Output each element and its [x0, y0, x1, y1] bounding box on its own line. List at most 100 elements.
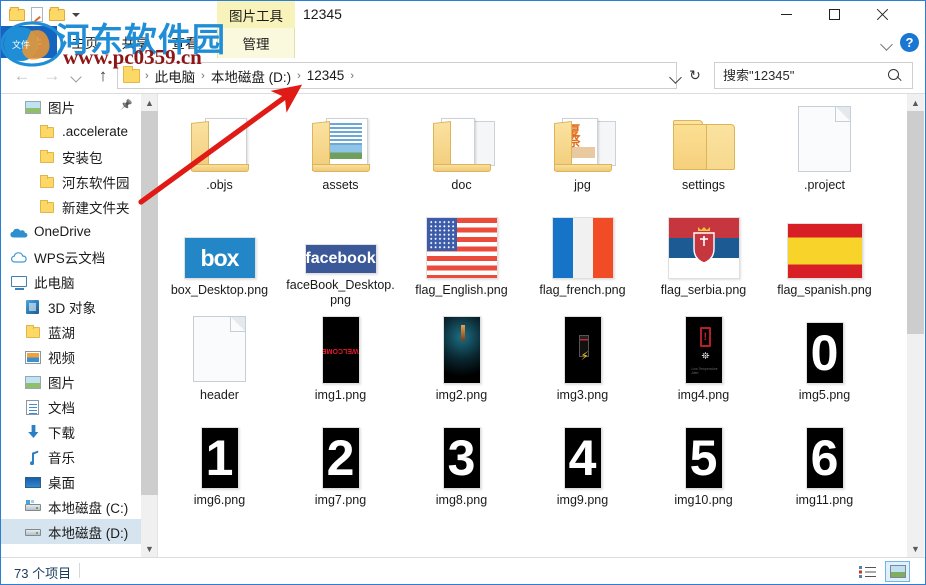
breadcrumb-item-12345[interactable]: 12345 — [303, 68, 349, 83]
sidebar-item[interactable]: 音乐 — [1, 444, 141, 469]
file-item[interactable]: flag_spanish.png — [764, 203, 885, 308]
pin-icon[interactable]: 📌 — [120, 100, 132, 112]
breadcrumb-item-drive-d[interactable]: 本地磁盘 (D:) — [207, 66, 295, 86]
forward-button[interactable]: → — [39, 63, 65, 88]
sidebar-item[interactable]: 桌面 — [1, 469, 141, 494]
open-folder-icon[interactable] — [49, 6, 66, 23]
file-item[interactable]: WELCOME img1.png — [280, 308, 401, 413]
refresh-button[interactable]: ↻ — [683, 62, 707, 89]
large-icons-view-button[interactable] — [885, 561, 910, 582]
up-button[interactable]: ↑ — [91, 63, 115, 88]
customize-qat-chevron-icon[interactable] — [69, 6, 82, 23]
file-item[interactable]: 5 img10.png — [643, 413, 764, 518]
collapse-ribbon-chevron-icon[interactable] — [879, 35, 895, 51]
file-name-label: img4.png — [677, 388, 730, 402]
file-item[interactable]: flag_french.png — [522, 203, 643, 308]
file-scroll-down-icon[interactable]: ▼ — [907, 540, 924, 557]
file-thumbnail: 0 — [787, 312, 863, 384]
breadcrumb[interactable]: › 此电脑 › 本地磁盘 (D:) › 12345 › — [117, 62, 677, 89]
sidebar-item[interactable]: OneDrive — [1, 219, 141, 244]
nav-scroll-up-icon[interactable]: ▲ — [141, 94, 158, 111]
help-button[interactable]: ? — [900, 33, 919, 52]
search-icon[interactable] — [883, 64, 907, 88]
tab-home[interactable]: 主页 — [61, 26, 109, 58]
image-thumbnail — [786, 223, 863, 279]
nav-scroll-down-icon[interactable]: ▼ — [141, 540, 158, 557]
image-thumbnail — [667, 217, 740, 279]
file-list-pane[interactable]: .objs assets doc 夏祭 jpg settings .project box bo… — [159, 94, 907, 557]
file-item[interactable]: settings — [643, 98, 764, 203]
sidebar-item[interactable]: 下载 — [1, 419, 141, 444]
minimize-button[interactable] — [763, 1, 809, 27]
file-item[interactable]: facebook faceBook_Desktop.png — [280, 203, 401, 308]
file-item[interactable]: 1 img6.png — [159, 413, 280, 518]
sidebar-item[interactable]: 蓝湖 — [1, 319, 141, 344]
sidebar-item[interactable]: 此电脑 — [1, 269, 141, 294]
sidebar-item[interactable]: 3D 对象 — [1, 294, 141, 319]
sidebar-item-label: 此电脑 — [34, 275, 75, 291]
search-box[interactable] — [714, 62, 913, 89]
properties-icon[interactable] — [29, 6, 46, 23]
file-item[interactable]: assets — [280, 98, 401, 203]
file-thumbnail — [182, 312, 258, 384]
details-view-button[interactable] — [855, 561, 880, 582]
file-item[interactable]: .project — [764, 98, 885, 203]
file-name-label: .objs — [206, 178, 233, 192]
back-button[interactable]: ← — [9, 63, 35, 88]
explorer-window: 文件 主页 共享 查看 图片工具 管理 12345 ? ← → ↑ › 此电脑 … — [0, 0, 926, 585]
search-input[interactable] — [715, 64, 883, 87]
file-item[interactable]: header — [159, 308, 280, 413]
file-item[interactable]: 2 img7.png — [280, 413, 401, 518]
maximize-button[interactable] — [811, 1, 857, 27]
tab-manage[interactable]: 管理 — [217, 28, 295, 58]
sidebar-item[interactable]: 文档 — [1, 394, 141, 419]
sidebar-item[interactable]: 图片 📌 — [1, 94, 141, 119]
sidebar-item[interactable]: WPS云文档 — [1, 244, 141, 269]
file-scroll-up-icon[interactable]: ▲ — [907, 94, 924, 111]
file-item[interactable]: 夏祭 jpg — [522, 98, 643, 203]
image-thumbnail: ⚡ — [563, 316, 602, 384]
file-item[interactable]: 4 img9.png — [522, 413, 643, 518]
sidebar-item[interactable]: 安装包 — [1, 144, 141, 169]
file-item[interactable]: doc — [401, 98, 522, 203]
file-pane-scrollbar[interactable]: ▲ ▼ — [907, 94, 924, 557]
file-item[interactable]: 3 img8.png — [401, 413, 522, 518]
tab-home-label: 主页 — [71, 36, 99, 51]
tab-view[interactable]: 查看 — [161, 26, 209, 58]
new-folder-icon[interactable] — [9, 6, 26, 23]
tab-file[interactable]: 文件 — [1, 26, 57, 58]
file-scroll-thumb[interactable] — [907, 111, 924, 334]
nav-scroll-thumb[interactable] — [141, 111, 158, 495]
file-thumbnail: 5 — [666, 417, 742, 489]
sidebar-item[interactable]: 图片 — [1, 369, 141, 394]
file-item[interactable]: ! ⛯ Low Temperature Alert img4.png — [643, 308, 764, 413]
file-item[interactable]: 6 img11.png — [764, 413, 885, 518]
file-item[interactable]: .objs — [159, 98, 280, 203]
file-item[interactable]: flag_serbia.png — [643, 203, 764, 308]
sidebar-item[interactable]: .accelerate — [1, 119, 141, 144]
breadcrumb-separator[interactable]: › — [143, 70, 151, 82]
file-item[interactable]: box box_Desktop.png — [159, 203, 280, 308]
breadcrumb-separator[interactable]: › — [348, 70, 356, 82]
file-item[interactable]: 0 img5.png — [764, 308, 885, 413]
close-button[interactable] — [859, 1, 905, 27]
file-name-label: flag_serbia.png — [660, 283, 747, 297]
breadcrumb-separator[interactable]: › — [295, 70, 303, 82]
tab-share[interactable]: 共享 — [111, 26, 159, 58]
sidebar-item[interactable]: 新建文件夹 — [1, 194, 141, 219]
sidebar-item-label: 河东软件园 — [62, 175, 130, 191]
sidebar-item[interactable]: 视频 — [1, 344, 141, 369]
breadcrumb-separator[interactable]: › — [199, 70, 207, 82]
sidebar-item[interactable]: 河东软件园 — [1, 169, 141, 194]
file-thumbnail: WELCOME — [303, 312, 379, 384]
sidebar-item[interactable]: 本地磁盘 (D:) — [1, 519, 141, 544]
breadcrumb-item-this-pc[interactable]: 此电脑 — [151, 66, 200, 86]
navigation-pane-scrollbar[interactable]: ▲ ▼ — [141, 94, 158, 557]
file-item[interactable]: img2.png — [401, 308, 522, 413]
sidebar-item[interactable]: 本地磁盘 (C:) — [1, 494, 141, 519]
file-name-label: img5.png — [798, 388, 851, 402]
file-item[interactable]: ⚡ img3.png — [522, 308, 643, 413]
recent-locations-chevron-icon[interactable] — [67, 63, 87, 88]
file-item[interactable]: flag_English.png — [401, 203, 522, 308]
image-thumbnail: WELCOME — [321, 316, 360, 384]
